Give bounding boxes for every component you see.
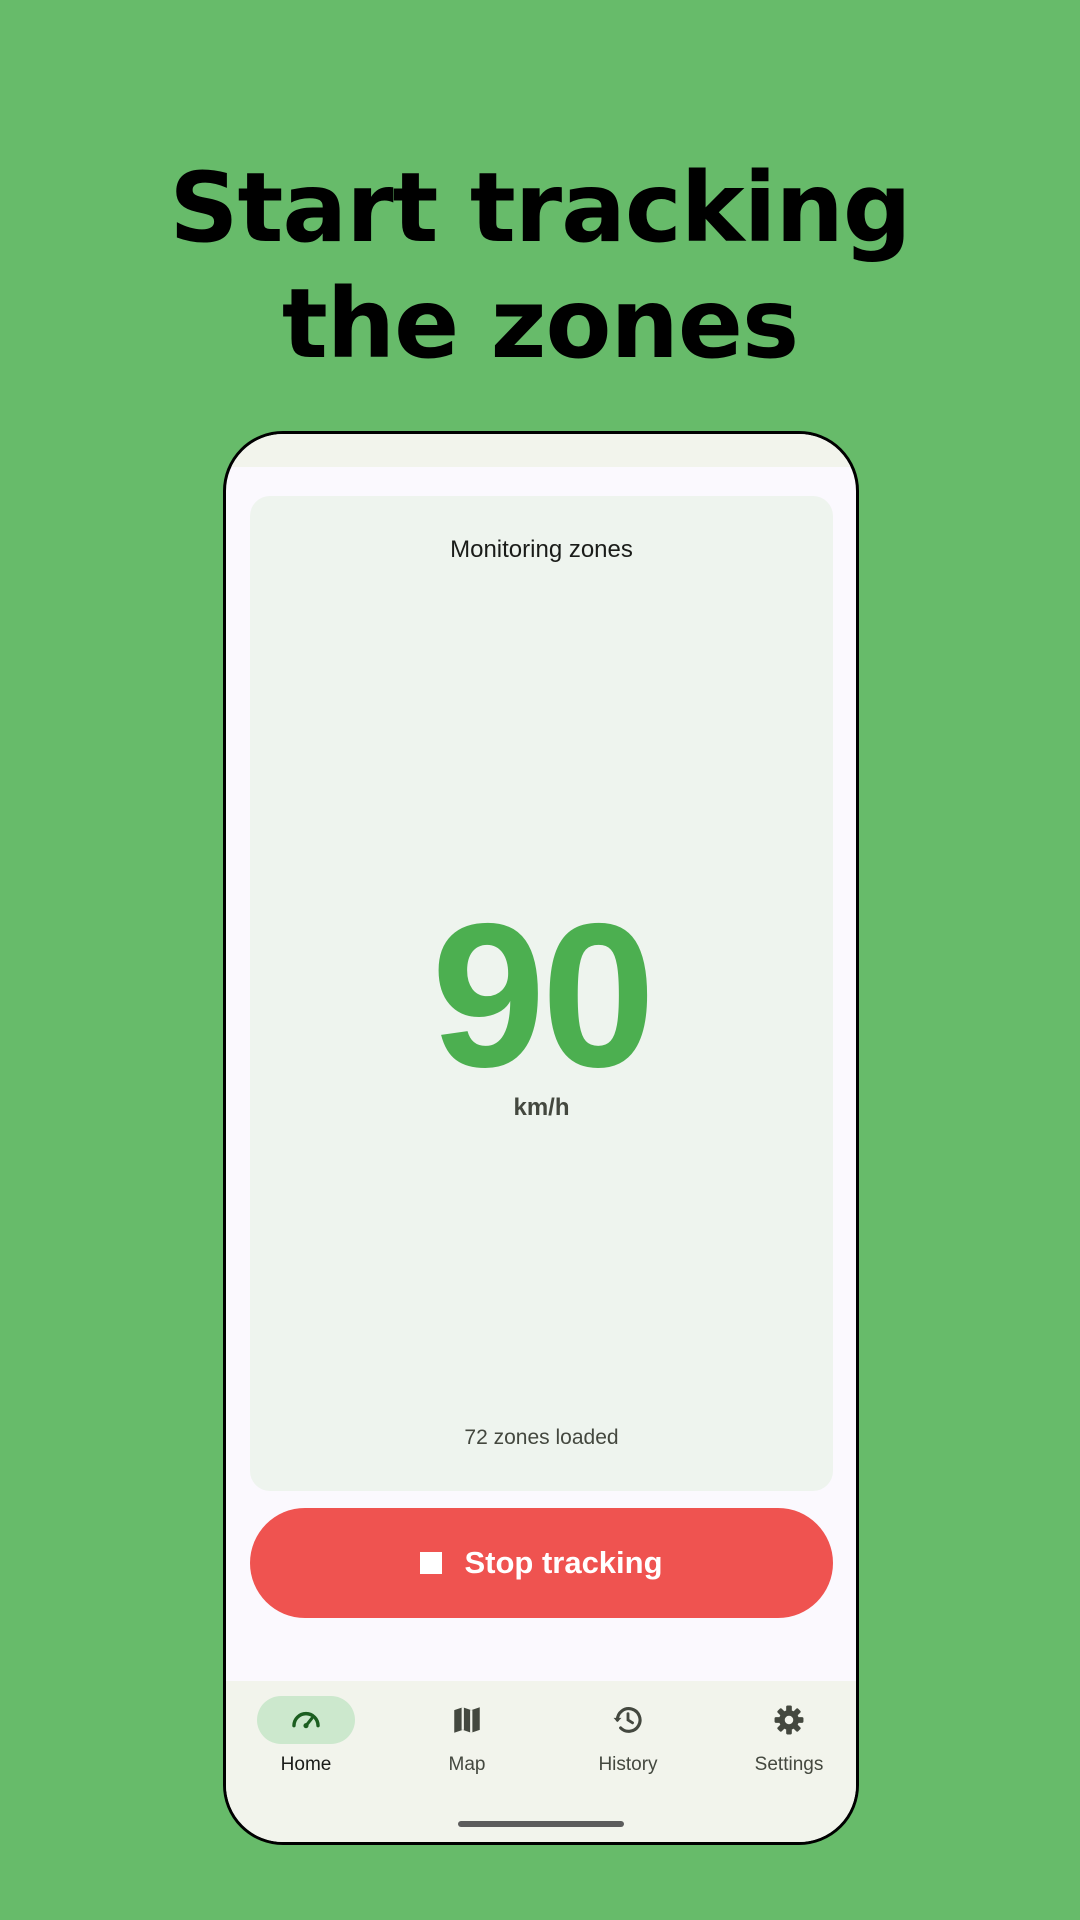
promo-headline: Start tracking the zones [0,150,1080,382]
home-indicator-bar[interactable] [458,1821,624,1827]
headline-line-2: the zones [281,268,799,380]
stop-tracking-button[interactable]: Stop tracking [250,1508,833,1618]
map-icon [454,1707,480,1733]
gear-icon [774,1705,804,1735]
nav-item-home[interactable]: Home [226,1696,386,1796]
bottom-navigation: Home Map History Settings [226,1681,856,1842]
stop-tracking-label: Stop tracking [464,1545,663,1580]
speed-card: Monitoring zones 90 km/h 72 zones loaded [250,496,833,1491]
nav-label-map: Map [448,1754,486,1775]
speedometer-icon [292,1711,320,1729]
headline-line-1: Start tracking [169,152,911,264]
speed-unit: km/h [513,1094,570,1121]
stop-icon [420,1552,443,1574]
nav-label-settings: Settings [754,1754,824,1775]
nav-home-indicator [257,1696,355,1744]
nav-label-history: History [598,1754,658,1775]
nav-item-history[interactable]: History [548,1696,708,1796]
nav-item-map[interactable]: Map [387,1696,547,1796]
zones-status: 72 zones loaded [464,1426,619,1449]
history-icon [613,1707,642,1733]
nav-item-settings[interactable]: Settings [709,1696,856,1796]
nav-label-home: Home [280,1754,332,1775]
card-title: Monitoring zones [450,536,633,563]
status-bar [226,434,856,467]
phone-frame: Monitoring zones 90 km/h 72 zones loaded… [223,431,859,1845]
speed-value: 90 [431,881,655,1110]
